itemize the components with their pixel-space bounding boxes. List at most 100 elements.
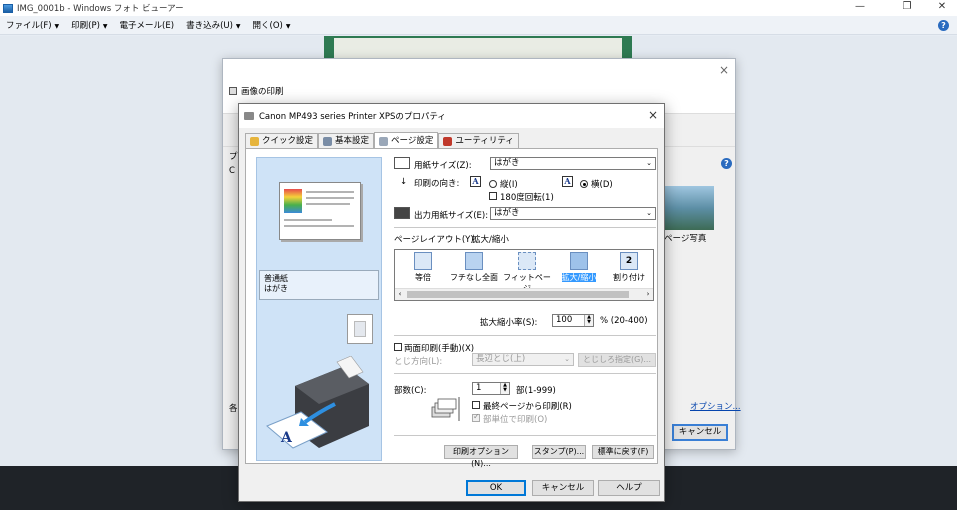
print-options-button[interactable]: 印刷オプション(N)... bbox=[444, 445, 518, 468]
scroll-right-icon[interactable]: › bbox=[643, 289, 653, 300]
printer-illustration-icon: A bbox=[266, 356, 369, 449]
paper-size-select[interactable]: はがき ⌄ bbox=[490, 157, 656, 170]
binding-margin-button[interactable]: とじしろ指定(G)... bbox=[578, 353, 656, 367]
scale-value: 100 bbox=[556, 315, 573, 325]
help-button[interactable]: ヘルプ bbox=[598, 480, 660, 496]
output-size-value: はがき bbox=[494, 208, 520, 218]
preview-text-line bbox=[284, 225, 354, 227]
tab-maintenance[interactable]: ユーティリティ bbox=[438, 133, 519, 149]
menu-email-label: 電子メール(E) bbox=[119, 21, 175, 31]
portrait-label: 縦(I) bbox=[500, 180, 518, 190]
viewer-title-bar: IMG_0001b - Windows フォト ビューアー bbox=[0, 0, 957, 16]
svg-text:A: A bbox=[280, 430, 293, 446]
landscape-radio[interactable] bbox=[580, 180, 588, 188]
help-icon[interactable]: ? bbox=[721, 158, 732, 169]
close-icon[interactable]: × bbox=[648, 108, 658, 122]
landscape-label: 横(D) bbox=[591, 180, 613, 190]
spin-buttons[interactable]: ▲ ▼ bbox=[584, 315, 593, 326]
copies-input[interactable]: 1 ▲ ▼ bbox=[472, 382, 510, 395]
binding-select[interactable]: 長辺とじ(上) ⌄ bbox=[472, 353, 574, 366]
duplex-checkbox[interactable] bbox=[394, 343, 402, 351]
borderless-icon bbox=[465, 252, 483, 270]
page-setup-icon bbox=[379, 136, 389, 146]
menu-email[interactable]: 電子メール(E) bbox=[114, 19, 181, 31]
chevron-down-icon: ▼ bbox=[102, 23, 108, 30]
print-dialog-title: 画像の印刷 bbox=[229, 85, 284, 97]
landscape-glyph-icon: A bbox=[562, 176, 573, 187]
menu-open-label: 開く(O) bbox=[252, 21, 283, 31]
viewer-menu-bar: ファイル(F) ▼ 印刷(P) ▼ 電子メール(E) 書き込み(U) ▼ 開く(O) ▼ bbox=[0, 16, 957, 35]
reverse-order-checkbox[interactable] bbox=[472, 401, 480, 409]
media-type: 普通紙 bbox=[264, 274, 288, 283]
restore-icon[interactable]: ❐ bbox=[892, 0, 922, 16]
photo-image bbox=[324, 36, 632, 60]
output-size-select[interactable]: はがき ⌄ bbox=[490, 207, 656, 220]
paper-size-icon bbox=[394, 157, 410, 169]
spin-down-icon[interactable]: ▼ bbox=[501, 388, 509, 393]
layout-label: 等倍 bbox=[415, 273, 431, 282]
preview-text-line bbox=[306, 203, 350, 205]
viewer-title: IMG_0001b - Windows フォト ビューアー bbox=[17, 4, 184, 14]
properties-title-bar: Canon MP493 series Printer XPSのプロパティ × bbox=[239, 104, 664, 128]
close-icon[interactable]: × bbox=[719, 63, 729, 77]
paper-size-label: 用紙サイズ(Z): bbox=[414, 161, 472, 171]
layout-fit-to-page[interactable]: フィットページ bbox=[501, 252, 553, 293]
layout-scaled[interactable]: 拡大/縮小 bbox=[555, 252, 603, 286]
preview-text-line bbox=[306, 191, 354, 193]
close-window-icon[interactable]: ✕ bbox=[927, 0, 957, 16]
scale-input[interactable]: 100 ▲ ▼ bbox=[552, 314, 594, 327]
copies-value: 1 bbox=[476, 383, 482, 393]
scaled-icon bbox=[570, 252, 588, 270]
menu-burn[interactable]: 書き込み(U) ▼ bbox=[180, 19, 246, 31]
menu-file[interactable]: ファイル(F) ▼ bbox=[0, 19, 65, 31]
chevron-down-icon: ⌄ bbox=[646, 159, 652, 167]
layout-borderless[interactable]: フチなし全面 bbox=[447, 252, 501, 286]
page-layout-list: 等倍 フチなし全面 フィットページ 拡大/縮小 2 割り付け ‹ › bbox=[394, 249, 654, 301]
cancel-button[interactable]: キャンセル bbox=[532, 480, 594, 496]
tab-quick-setup[interactable]: クイック設定 bbox=[245, 133, 319, 149]
scroll-left-icon[interactable]: ‹ bbox=[395, 289, 405, 300]
menu-print[interactable]: 印刷(P) ▼ bbox=[65, 19, 113, 31]
photo-content bbox=[334, 38, 622, 58]
page-layout-value: 拡大/縮小 bbox=[472, 235, 509, 245]
scrollbar-thumb[interactable] bbox=[407, 291, 629, 298]
help-icon[interactable]: ? bbox=[938, 20, 949, 31]
properties-title: Canon MP493 series Printer XPSのプロパティ bbox=[259, 112, 446, 122]
page-setup-panel: 普通紙 はがき A 用紙サイズ(Z): はがき⌄ ↓ 印刷の向き: A 縦(I bbox=[245, 148, 658, 468]
multi-page-icon: 2 bbox=[620, 252, 638, 270]
menu-open[interactable]: 開く(O) ▼ bbox=[247, 19, 297, 31]
stamp-button[interactable]: スタンプ(P)... bbox=[532, 445, 586, 459]
portrait-radio[interactable] bbox=[489, 180, 497, 188]
binding-value: 長辺とじ(上) bbox=[476, 354, 526, 364]
rotate-180-checkbox[interactable] bbox=[489, 192, 497, 200]
truncated-label-k: 各 bbox=[229, 404, 238, 414]
layout-normal-size[interactable]: 等倍 bbox=[399, 252, 447, 286]
options-link[interactable]: オプション... bbox=[690, 400, 741, 412]
layout-scrollbar[interactable]: ‹ › bbox=[395, 288, 653, 300]
layout-thumbnail[interactable] bbox=[664, 186, 714, 230]
page-layout-label: ページレイアウト(Y): bbox=[394, 235, 477, 245]
print-dialog-cancel-button[interactable]: キャンセル bbox=[672, 424, 728, 441]
tab-page-setup[interactable]: ページ設定 bbox=[374, 132, 439, 149]
layout-page-layout[interactable]: 2 割り付け bbox=[605, 252, 653, 286]
spin-buttons[interactable]: ▲ ▼ bbox=[500, 383, 509, 394]
layout-label: 割り付け bbox=[613, 273, 645, 282]
collate-checkbox[interactable] bbox=[472, 412, 480, 422]
chevron-down-icon: ▼ bbox=[235, 23, 241, 30]
layout-label: 拡大/縮小 bbox=[561, 273, 597, 282]
copies-range: 部(1-999) bbox=[516, 386, 556, 396]
menu-burn-label: 書き込み(U) bbox=[186, 21, 233, 31]
media-info: 普通紙 はがき bbox=[259, 270, 379, 300]
defaults-button[interactable]: 標準に戻す(F) bbox=[592, 445, 654, 459]
spin-down-icon[interactable]: ▼ bbox=[585, 320, 593, 325]
printer-icon bbox=[244, 112, 254, 120]
ok-button[interactable]: OK bbox=[466, 480, 526, 496]
chevron-down-icon: ▼ bbox=[54, 23, 60, 30]
print-dialog-title-text: 画像の印刷 bbox=[241, 87, 284, 97]
layout-thumbnail-label: ページ写真 bbox=[664, 234, 707, 244]
tab-main[interactable]: 基本設定 bbox=[318, 133, 375, 149]
fit-to-page-icon bbox=[518, 252, 536, 270]
preview-text-line bbox=[284, 219, 332, 221]
minimize-icon[interactable]: — bbox=[845, 0, 875, 16]
truncated-label-c: C bbox=[229, 166, 235, 176]
